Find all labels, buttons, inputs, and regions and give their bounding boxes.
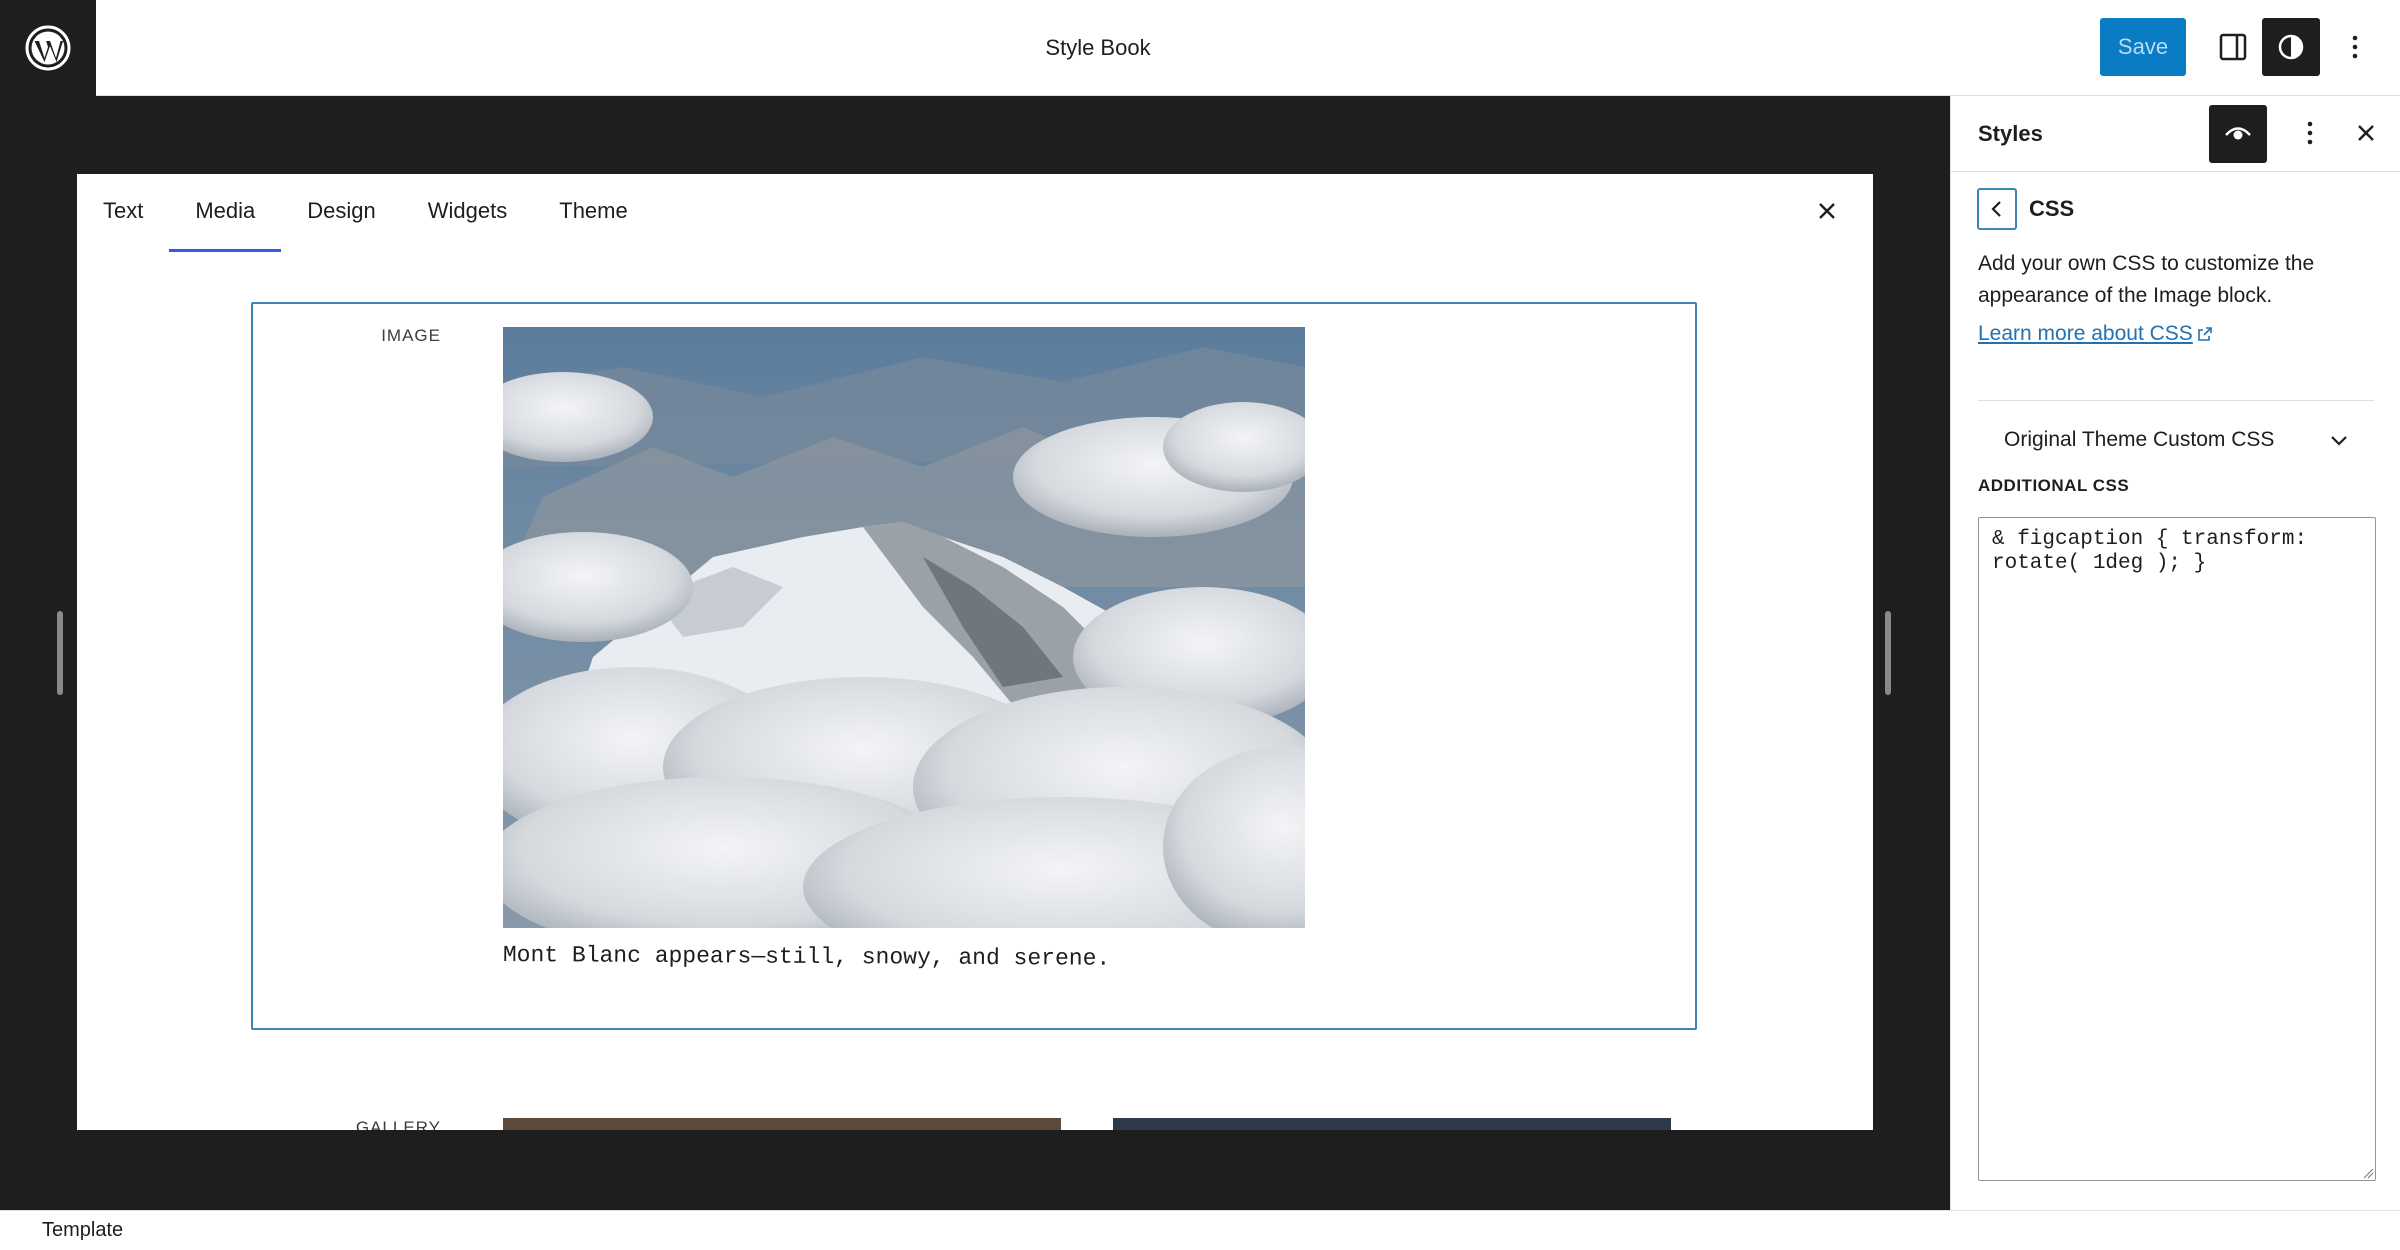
eye-icon: [2225, 127, 2251, 140]
styles-sidebar: Styles CSS Add your own CSS to customize…: [1950, 96, 2400, 1210]
image-caption: Mont Blanc appears—still, snowy, and ser…: [502, 942, 1111, 972]
gallery-image-1: [503, 1118, 1061, 1130]
css-panel-description: Add your own CSS to customize the appear…: [1978, 252, 2315, 307]
css-panel-title: CSS: [2029, 196, 2075, 221]
editor-footer: Template: [0, 1210, 2400, 1250]
original-theme-css-toggle[interactable]: Original Theme Custom CSS: [1978, 414, 2374, 466]
tab-theme[interactable]: Theme: [533, 174, 653, 248]
image-example-label: IMAGE: [381, 326, 441, 345]
editor-header: Style Book Save: [0, 0, 2400, 96]
gallery-image-2: [1113, 1118, 1671, 1130]
options-menu-button[interactable]: [2326, 18, 2384, 76]
divider: [1978, 400, 2374, 401]
styles-sidebar-header: Styles: [1951, 96, 2400, 172]
back-button[interactable]: [1977, 188, 2017, 230]
close-icon: [1819, 203, 1835, 219]
style-book-toggle-button[interactable]: [2209, 105, 2267, 163]
styles-more-button[interactable]: [2285, 108, 2335, 158]
close-icon: [2358, 125, 2374, 141]
styles-sidebar-title: Styles: [1978, 121, 2043, 146]
textarea-resize-grip-icon[interactable]: [2362, 1167, 2374, 1179]
learn-more-css-link[interactable]: Learn more about CSS: [1978, 322, 2213, 346]
style-book-tabs: Text Media Design Widgets Theme: [77, 174, 654, 252]
accordion-label: Original Theme Custom CSS: [2004, 428, 2275, 451]
additional-css-label: ADDITIONAL CSS: [1978, 476, 2130, 495]
additional-css-textarea[interactable]: & figcaption { transform: rotate( 1deg )…: [1978, 517, 2376, 1181]
save-button[interactable]: Save: [2100, 18, 2186, 76]
editor-canvas: Text Media Design Widgets Theme IMAGE Mo…: [0, 96, 1950, 1210]
settings-sidebar-toggle[interactable]: [2204, 18, 2262, 76]
external-link-icon: [2197, 327, 2212, 341]
chevron-down-icon: [2331, 436, 2347, 446]
tab-design[interactable]: Design: [281, 174, 401, 248]
tab-media[interactable]: Media: [169, 174, 282, 252]
learn-more-label: Learn more about CSS: [1978, 322, 2193, 345]
styles-contrast-icon: [2278, 34, 2304, 60]
breadcrumb[interactable]: Template: [42, 1219, 123, 1242]
sidebar-toggle-icon: [2219, 33, 2247, 61]
styles-toggle-button[interactable]: [2262, 18, 2320, 76]
close-styles-button[interactable]: [2341, 108, 2391, 158]
tab-widgets[interactable]: Widgets: [402, 174, 533, 248]
tab-text[interactable]: Text: [77, 174, 169, 248]
more-vertical-icon: [2352, 35, 2358, 59]
mont-blanc-image: [503, 327, 1305, 928]
chevron-left-icon: [1991, 201, 2001, 217]
style-book-close-button[interactable]: [1809, 193, 1845, 229]
style-book-panel: Text Media Design Widgets Theme IMAGE Mo…: [77, 174, 1873, 1130]
document-title[interactable]: Style Book: [0, 0, 2196, 96]
canvas-resize-handle-left[interactable]: [57, 611, 63, 695]
canvas-resize-handle-right[interactable]: [1885, 611, 1891, 695]
gallery-example-label: GALLERY: [355, 1118, 441, 1130]
more-vertical-icon: [2307, 121, 2313, 145]
